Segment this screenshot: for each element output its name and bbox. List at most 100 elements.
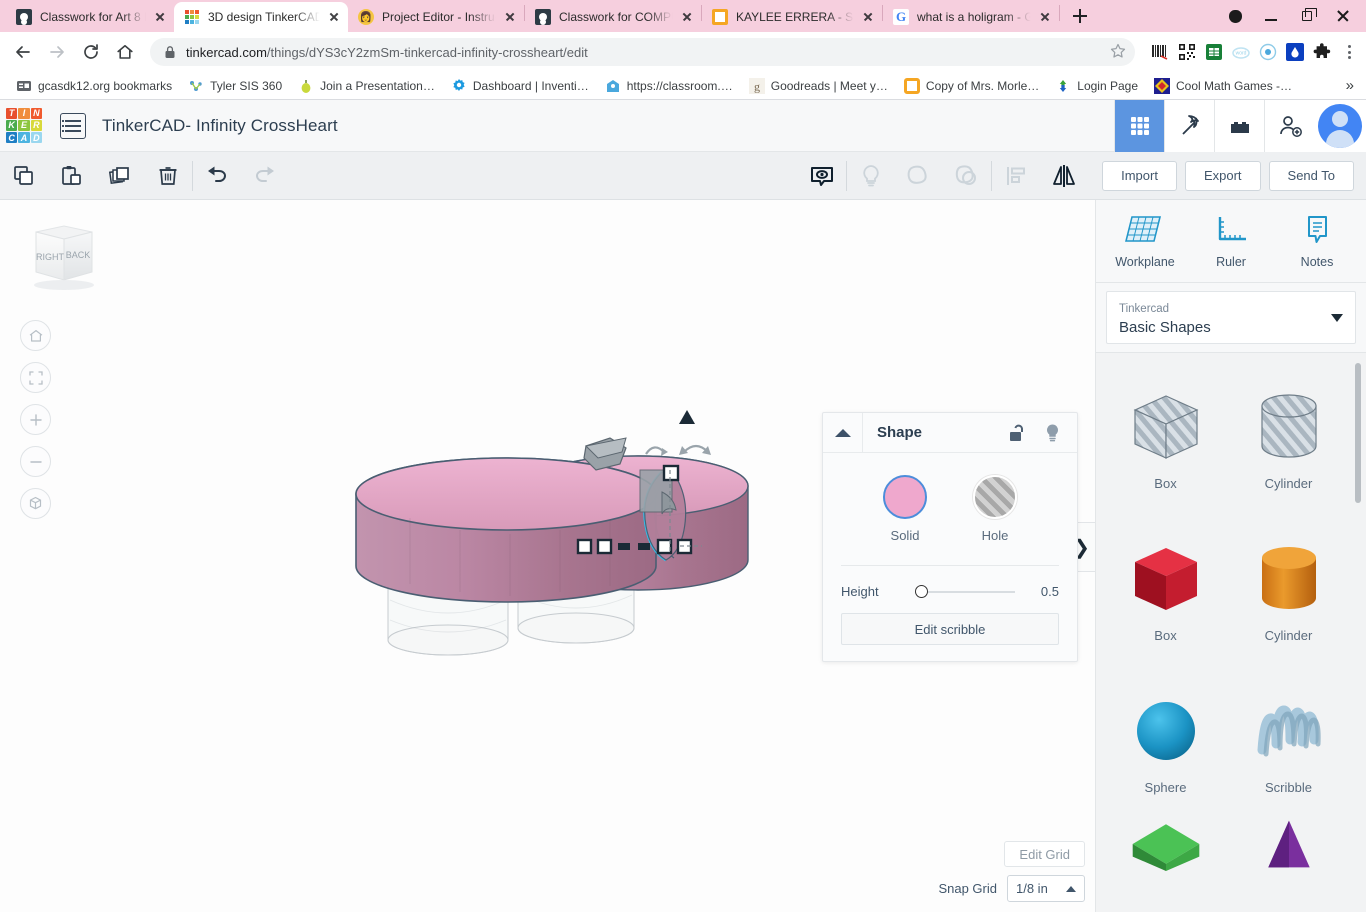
gallery-grid-icon[interactable]: [1114, 100, 1164, 152]
undo-icon[interactable]: [193, 152, 241, 200]
bookmark-star-icon[interactable]: [1109, 42, 1129, 62]
close-icon[interactable]: [1326, 1, 1360, 31]
view-cube[interactable]: RIGHT BACK: [22, 222, 106, 296]
close-icon[interactable]: [860, 9, 876, 25]
mirror-icon[interactable]: [1040, 152, 1088, 200]
blocks-icon[interactable]: [1214, 100, 1264, 152]
delete-icon[interactable]: [144, 152, 192, 200]
forward-button[interactable]: [42, 37, 72, 67]
minimize-icon[interactable]: [1254, 1, 1288, 31]
add-person-icon[interactable]: [1264, 100, 1314, 152]
close-icon[interactable]: [152, 9, 168, 25]
project-menu-button[interactable]: [60, 113, 86, 139]
close-icon[interactable]: [502, 9, 518, 25]
3d-model[interactable]: [340, 410, 820, 700]
edit-scribble-button[interactable]: Edit scribble: [841, 613, 1059, 645]
pickaxe-icon[interactable]: [1164, 100, 1214, 152]
notes-tool[interactable]: Notes: [1277, 213, 1357, 269]
paste-icon[interactable]: [48, 152, 96, 200]
slider-knob[interactable]: [915, 585, 928, 598]
close-icon[interactable]: [326, 9, 342, 25]
shape-item[interactable]: Sphere: [1104, 665, 1227, 817]
duplicate-icon[interactable]: [96, 152, 144, 200]
address-bar[interactable]: tinkercad.com/things/dYS3cY2zmSm-tinkerc…: [150, 38, 1135, 66]
snap-grid-select[interactable]: 1/8 in: [1007, 875, 1085, 902]
lightbulb-icon[interactable]: [847, 152, 895, 200]
shape-item[interactable]: Cylinder: [1227, 513, 1350, 665]
bookmark-item[interactable]: Cool Math Games -…: [1146, 74, 1300, 98]
bookmark-item[interactable]: Login Page: [1047, 74, 1146, 98]
collapse-shape-panel-button[interactable]: [823, 413, 863, 453]
close-icon[interactable]: [1037, 9, 1053, 25]
transfer-buttons: Import Export Send To: [1102, 161, 1366, 191]
hole-mode[interactable]: Hole: [973, 475, 1017, 543]
browser-tab-active[interactable]: 3D design TinkerCAD- I…: [174, 2, 348, 32]
zoom-in-icon[interactable]: [20, 404, 51, 435]
svg-text:g: g: [754, 79, 760, 93]
new-tab-button[interactable]: [1066, 2, 1094, 30]
spreadsheet-icon[interactable]: [1205, 43, 1223, 61]
qr-code-icon[interactable]: [1178, 43, 1196, 61]
collection-dropdown[interactable]: Tinkercad Basic Shapes: [1106, 291, 1356, 344]
browser-tab[interactable]: KAYLEE ERRERA - STEM: [702, 2, 882, 32]
sidebar-scrollbar[interactable]: [1355, 363, 1361, 503]
browser-tab[interactable]: Classwork for Art 8 Per…: [6, 2, 174, 32]
bookmark-label: gcasdk12.org bookmarks: [38, 79, 172, 93]
export-button[interactable]: Export: [1185, 161, 1261, 191]
target-icon[interactable]: [1259, 43, 1277, 61]
bookmark-item[interactable]: Join a Presentation…: [290, 74, 443, 98]
tinkercad-logo[interactable]: T I N K E R C A D: [6, 108, 42, 144]
shape-item[interactable]: Box: [1104, 513, 1227, 665]
align-icon[interactable]: [992, 152, 1040, 200]
home-button[interactable]: [110, 37, 140, 67]
bookmark-item[interactable]: gcasdk12.org bookmarks: [8, 74, 180, 98]
import-button[interactable]: Import: [1102, 161, 1177, 191]
group-icon[interactable]: [895, 152, 943, 200]
bookmark-item[interactable]: Dashboard | Inventi…: [443, 74, 597, 98]
back-button[interactable]: [8, 37, 38, 67]
shape-item[interactable]: Box: [1104, 361, 1227, 513]
lightbulb-icon[interactable]: [1044, 423, 1061, 443]
shapes-list[interactable]: Box Cylinder Box: [1096, 352, 1366, 912]
solid-mode[interactable]: Solid: [883, 475, 927, 543]
bookmark-item[interactable]: Copy of Mrs. Morle…: [896, 74, 1047, 98]
ruler-tool[interactable]: Ruler: [1191, 213, 1271, 269]
word-cloud-icon[interactable]: word: [1232, 43, 1250, 61]
shape-item[interactable]: [1227, 817, 1350, 877]
browser-tab[interactable]: G what is a holigram - Go: [883, 2, 1059, 32]
height-slider[interactable]: [913, 585, 1025, 599]
ortho-view-icon[interactable]: [20, 488, 51, 519]
profile-icon[interactable]: [1218, 1, 1252, 31]
logo-tile: E: [18, 120, 29, 131]
browser-tab[interactable]: Classwork for COMPUT: [525, 2, 701, 32]
drop-icon[interactable]: [1286, 43, 1304, 61]
zoom-out-icon[interactable]: [20, 446, 51, 477]
browser-menu-button[interactable]: [1340, 43, 1358, 61]
shape-item[interactable]: Scribble: [1227, 665, 1350, 817]
fit-view-icon[interactable]: [20, 362, 51, 393]
3d-viewport[interactable]: RIGHT BACK: [0, 200, 1095, 912]
reload-button[interactable]: [76, 37, 106, 67]
unlock-icon[interactable]: [1008, 423, 1026, 443]
close-icon[interactable]: [679, 9, 695, 25]
browser-tab[interactable]: 👩 Project Editor - Instructa: [348, 2, 524, 32]
send-to-button[interactable]: Send To: [1269, 161, 1354, 191]
bookmark-item[interactable]: g Goodreads | Meet y…: [741, 74, 896, 98]
user-avatar[interactable]: [1314, 100, 1366, 152]
barcode-icon[interactable]: [1151, 43, 1169, 61]
bookmarks-overflow-button[interactable]: »: [1346, 77, 1358, 94]
copy-icon[interactable]: [0, 152, 48, 200]
bookmark-item[interactable]: https://classroom.…: [597, 74, 741, 98]
home-view-icon[interactable]: [20, 320, 51, 351]
shape-item[interactable]: [1104, 817, 1227, 877]
shape-item[interactable]: Cylinder: [1227, 361, 1350, 513]
maximize-icon[interactable]: [1290, 1, 1324, 31]
redo-icon[interactable]: [241, 152, 289, 200]
bookmark-label: Join a Presentation…: [320, 79, 435, 93]
workplane-tool[interactable]: Workplane: [1105, 213, 1185, 269]
edit-grid-button[interactable]: Edit Grid: [1004, 841, 1085, 867]
show-hide-icon[interactable]: [798, 152, 846, 200]
ungroup-icon[interactable]: [943, 152, 991, 200]
puzzle-icon[interactable]: [1313, 43, 1331, 61]
bookmark-item[interactable]: Tyler SIS 360: [180, 74, 290, 98]
